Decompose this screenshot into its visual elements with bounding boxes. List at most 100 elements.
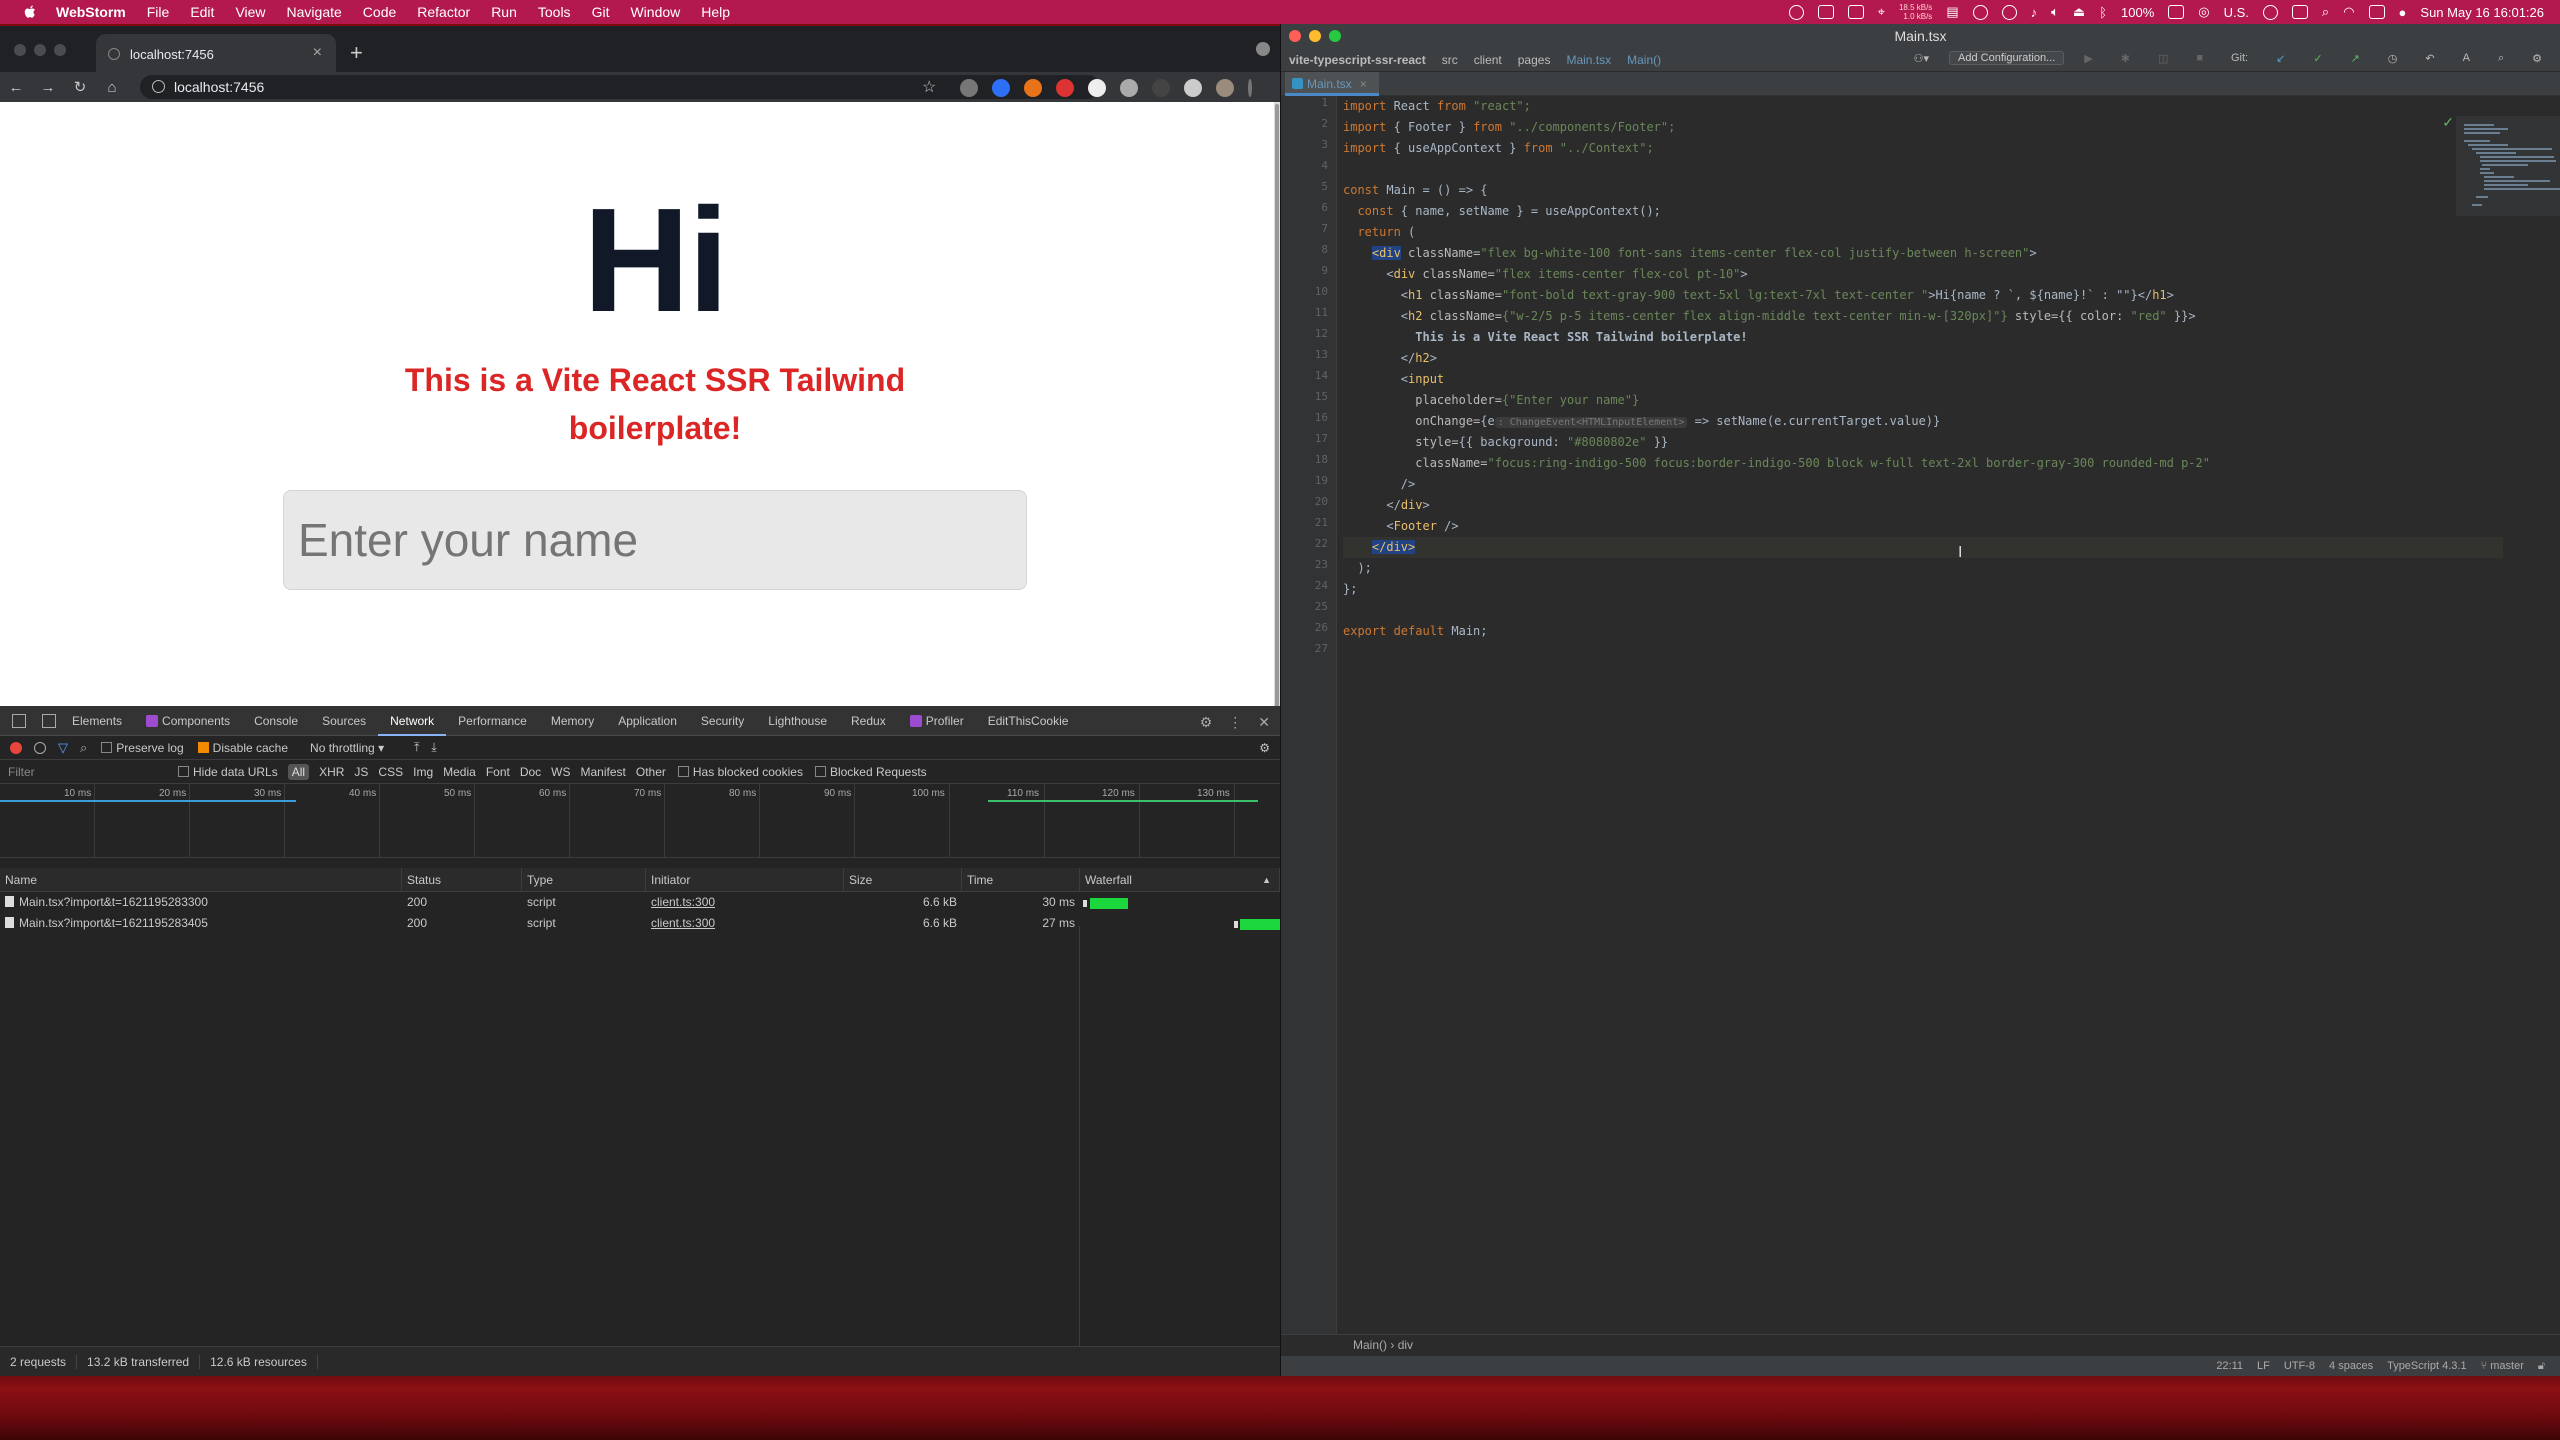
network-settings-icon[interactable]: ⚙ <box>1259 741 1270 755</box>
no-problems-check-icon[interactable]: ✓ <box>2442 114 2454 131</box>
file-encoding[interactable]: UTF-8 <box>2284 1360 2315 1372</box>
tab-search-icon[interactable] <box>1256 42 1270 56</box>
hide-data-urls-checkbox[interactable] <box>178 766 189 777</box>
menu-navigate[interactable]: Navigate <box>287 4 342 20</box>
tab-profiler[interactable]: Profiler <box>898 706 976 736</box>
time-machine-icon[interactable] <box>2262 4 2278 20</box>
play-icon[interactable] <box>2001 4 2017 20</box>
back-icon[interactable]: ← <box>0 79 32 96</box>
git-commit-icon[interactable]: ✓ <box>2305 52 2330 65</box>
extension-2-icon[interactable] <box>1024 79 1042 97</box>
filter-img[interactable]: Img <box>413 765 433 779</box>
filter-icon[interactable]: ▽ <box>58 740 68 756</box>
extension-5-icon[interactable] <box>1120 79 1138 97</box>
col-status[interactable]: Status <box>402 868 522 891</box>
request-initiator-link[interactable]: client.ts:300 <box>651 916 715 930</box>
pin-icon[interactable]: ⌖ <box>1878 4 1885 20</box>
tab-editthiscookie[interactable]: EditThisCookie <box>976 706 1081 736</box>
extension-4-icon[interactable] <box>1088 79 1106 97</box>
breadcrumb-src[interactable]: src <box>1434 53 1466 67</box>
forward-icon[interactable]: → <box>32 79 64 96</box>
code-editor[interactable]: import React from "react"; import { Foot… <box>1343 96 2560 1334</box>
site-info-icon[interactable] <box>152 80 165 93</box>
menu-app-name[interactable]: WebStorm <box>56 4 126 20</box>
menu-help[interactable]: Help <box>701 4 730 20</box>
extension-6-icon[interactable] <box>1152 79 1170 97</box>
window-zoom-button[interactable] <box>54 44 66 56</box>
display-icon[interactable] <box>1847 5 1864 19</box>
col-size[interactable]: Size <box>844 868 962 891</box>
tab-memory[interactable]: Memory <box>539 706 606 736</box>
filter-ws[interactable]: WS <box>551 765 570 779</box>
tab-elements[interactable]: Elements <box>60 706 134 736</box>
menu-dots-icon[interactable] <box>1248 79 1252 97</box>
line-separator[interactable]: LF <box>2257 1360 2270 1372</box>
import-har-icon[interactable]: ⤒ <box>414 740 419 755</box>
ide-minimize-button[interactable] <box>1309 30 1321 42</box>
history-icon[interactable]: ◷ <box>2380 52 2406 65</box>
close-tab-icon[interactable]: × <box>1360 77 1367 91</box>
filter-manifest[interactable]: Manifest <box>581 765 626 779</box>
breadcrumb-pages[interactable]: pages <box>1510 53 1559 67</box>
tab-application[interactable]: Application <box>606 706 689 736</box>
git-branch[interactable]: ⑂ master <box>2481 1360 2524 1372</box>
airplay-icon[interactable]: ◎ <box>2198 4 2209 20</box>
tab-security[interactable]: Security <box>689 706 756 736</box>
filter-input[interactable]: Filter <box>0 765 170 779</box>
name-input[interactable] <box>283 490 1027 590</box>
window-minimize-button[interactable] <box>34 44 46 56</box>
filter-other[interactable]: Other <box>636 765 666 779</box>
inspect-icon[interactable] <box>12 713 26 728</box>
menu-window[interactable]: Window <box>630 4 680 20</box>
filter-doc[interactable]: Doc <box>520 765 541 779</box>
bookmark-star-icon[interactable]: ☆ <box>922 77 936 97</box>
indent-setting[interactable]: 4 spaces <box>2329 1360 2373 1372</box>
col-type[interactable]: Type <box>522 868 646 891</box>
menu-refactor[interactable]: Refactor <box>417 4 470 20</box>
debug-icon[interactable]: ✱ <box>2113 52 2138 65</box>
translate-icon[interactable]: A <box>2455 52 2478 64</box>
tab-redux[interactable]: Redux <box>839 706 898 736</box>
preserve-log-checkbox[interactable] <box>101 742 113 753</box>
settings-gear-icon[interactable]: ⚙ <box>1200 714 1213 731</box>
menu-git[interactable]: Git <box>592 4 610 20</box>
ide-close-button[interactable] <box>1289 30 1301 42</box>
coverage-icon[interactable]: ◫ <box>2150 52 2176 65</box>
has-blocked-cookies-checkbox[interactable] <box>677 766 689 777</box>
filter-font[interactable]: Font <box>486 765 510 779</box>
throttling-select[interactable]: No throttling ▾ <box>310 741 384 755</box>
filter-js[interactable]: JS <box>354 765 368 779</box>
editor-tab-main[interactable]: Main.tsx × <box>1285 72 1379 96</box>
volume-icon[interactable]: 🔈︎ <box>2051 4 2059 20</box>
network-overview-timeline[interactable]: 10 ms 20 ms 30 ms 40 ms 50 ms 60 ms 70 m… <box>0 784 1280 858</box>
ide-search-icon[interactable]: ⌕ <box>2490 52 2512 65</box>
bluetooth-icon[interactable]: ᛒ <box>2099 5 2107 20</box>
clear-icon[interactable] <box>34 741 46 754</box>
menu-code[interactable]: Code <box>363 4 396 20</box>
export-har-icon[interactable]: ⤓ <box>431 740 436 755</box>
eject-icon[interactable]: ⏏ <box>2073 4 2085 20</box>
clock[interactable]: Sun May 16 16:01:26 <box>2420 5 2544 20</box>
table-row[interactable]: Main.tsx?import&t=1621195283300 200 scri… <box>0 892 1280 913</box>
rollback-icon[interactable]: ↶ <box>2417 52 2442 65</box>
code-minimap[interactable] <box>2456 116 2560 216</box>
tab-network[interactable]: Network <box>378 706 447 736</box>
add-configuration-button[interactable]: Add Configuration... <box>1949 51 2065 65</box>
stop-icon[interactable]: ■ <box>2188 52 2211 64</box>
request-initiator-link[interactable]: client.ts:300 <box>651 895 715 909</box>
menu-view[interactable]: View <box>235 4 265 20</box>
tab-performance[interactable]: Performance <box>446 706 539 736</box>
breadcrumb-function[interactable]: Main() <box>1619 53 1669 67</box>
run-icon[interactable]: ▶ <box>2076 52 2100 65</box>
new-tab-button[interactable]: + <box>350 40 363 66</box>
tab-console[interactable]: Console <box>242 706 310 736</box>
home-icon[interactable]: ⌂ <box>96 79 128 96</box>
filter-media[interactable]: Media <box>443 765 476 779</box>
window-close-button[interactable] <box>14 44 26 56</box>
siri-icon[interactable]: ● <box>2399 5 2407 20</box>
col-initiator[interactable]: Initiator <box>646 868 844 891</box>
table-row[interactable]: Main.tsx?import&t=1621195283405 200 scri… <box>0 913 1280 934</box>
ide-settings-icon[interactable]: ⚙ <box>2524 52 2550 65</box>
control-center-icon[interactable] <box>2368 5 2385 19</box>
editor-breadcrumb-tag[interactable]: div <box>1398 1338 1413 1352</box>
